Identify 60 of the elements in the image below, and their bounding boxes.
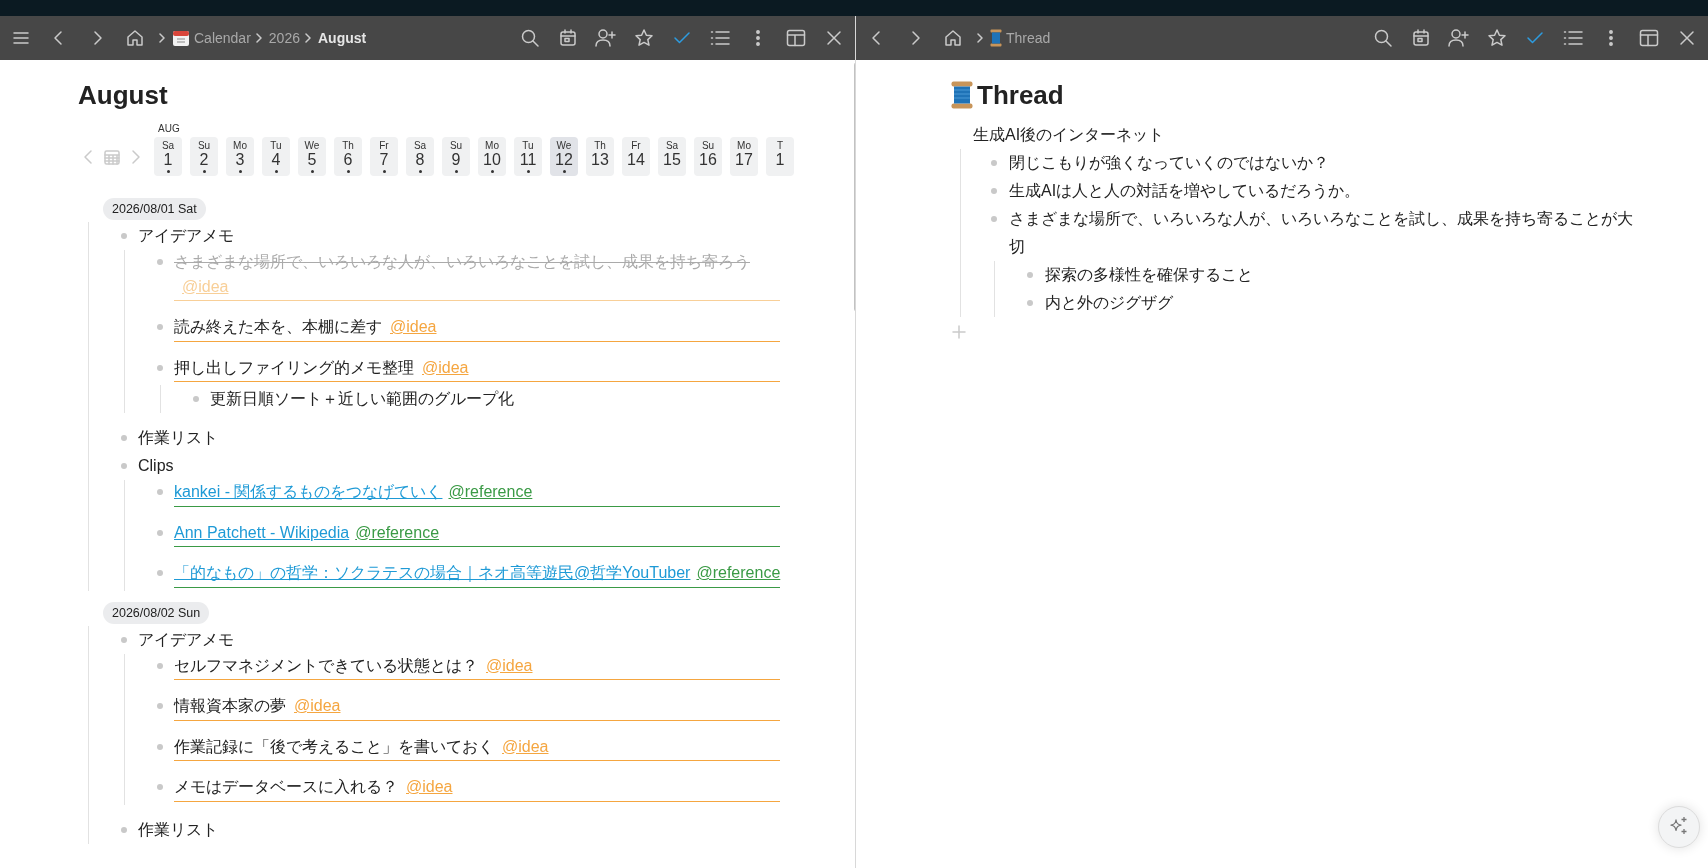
day-chip[interactable]: Th 6	[334, 137, 362, 176]
tag-link[interactable]: @reference	[448, 483, 533, 500]
date-badge[interactable]: 2026/08/02 Sun	[103, 601, 210, 624]
breadcrumb[interactable]: Calendar	[172, 29, 251, 47]
spool-icon	[990, 29, 1002, 47]
item-text: 更新日順ソート＋近しい範囲のグループ化	[210, 390, 514, 407]
item-text: 作業リスト	[138, 820, 218, 838]
chevron-icon	[158, 33, 166, 43]
ai-assist-button[interactable]	[1658, 806, 1700, 848]
previous-icon[interactable]	[81, 147, 95, 166]
day-chip[interactable]: Fr 7	[370, 137, 398, 176]
day-chip[interactable]: Tu 11	[514, 137, 542, 176]
day-chip[interactable]: Sa 15	[658, 137, 686, 176]
chevron-icon	[254, 33, 263, 43]
item-text: 生成AIは人と人の対話を増やしているだろうか。	[1009, 181, 1361, 201]
tag-link[interactable]: @reference	[696, 564, 781, 581]
calendar-icon	[172, 29, 190, 47]
item-text: アイデアメモ	[138, 227, 234, 244]
spool-icon	[951, 81, 973, 109]
page-title: Thread	[977, 79, 1064, 111]
day-chip[interactable]: Sa 1	[154, 137, 182, 176]
add-icon[interactable]	[952, 325, 966, 339]
item-text: Clips	[138, 457, 174, 474]
day-chip[interactable]: Su 2	[190, 137, 218, 176]
day-chip[interactable]: Fr 14	[622, 137, 650, 176]
date-badge[interactable]: 2026/08/01 Sat	[103, 198, 206, 220]
day-chip[interactable]: Mo 17	[730, 137, 758, 176]
item-text: 読み終えた本を、本棚に差す	[174, 318, 382, 335]
next-icon[interactable]	[129, 147, 143, 166]
block-text: 生成AI後のインターネット	[973, 125, 1166, 145]
day-chip[interactable]: Th 13	[586, 137, 614, 176]
day-chip[interactable]: Mo 3	[226, 137, 254, 176]
item-text: 閉じこもりが強くなっていくのではないか？	[1009, 153, 1329, 173]
day-chip[interactable]: T 1	[766, 137, 794, 176]
chevron-icon	[304, 33, 312, 43]
month-label: AUG	[158, 123, 180, 134]
day-chip[interactable]: We 12	[550, 137, 578, 176]
item-text: 押し出しファイリング的メモ整理	[174, 358, 414, 376]
page-title: August	[78, 79, 169, 111]
chevron-icon	[976, 33, 984, 43]
breadcrumb[interactable]: 2026	[268, 30, 300, 46]
item-text: 探索の多様性を確保すること	[1045, 265, 1253, 285]
item-text: セルフマネジメントできている状態とは？	[174, 656, 478, 674]
tag-link[interactable]: @reference	[355, 523, 440, 541]
day-chip[interactable]: Sa 8	[406, 137, 434, 176]
item-text: 内と外のジグザグ	[1045, 293, 1173, 313]
item-text: メモはデータベースに入れる？	[174, 778, 398, 795]
breadcrumb[interactable]: August	[318, 30, 367, 46]
day-chip[interactable]: Su 16	[694, 137, 722, 176]
item-text: 作業リスト	[138, 429, 218, 446]
item-text: さまざまな場所で、いろいろな人が、いろいろなことを試し、成果を持ち寄ることが大切	[1009, 209, 1634, 257]
breadcrumb[interactable]: Thread	[990, 29, 1051, 47]
item-text: アイデアメモ	[138, 630, 234, 648]
day-chip[interactable]: Mo 10	[478, 137, 506, 176]
item-text: 情報資本家の夢	[174, 697, 286, 714]
day-chip[interactable]: We 5	[298, 137, 326, 176]
day-chip[interactable]: Su 9	[442, 137, 470, 176]
day-chip[interactable]: Tu 4	[262, 137, 290, 176]
item-text: さまざまな場所で、いろいろな人が、いろいろなことを試し、成果を持ち寄ろう	[174, 253, 750, 270]
item-text: 作業記録に「後で考えること」を書いておく	[174, 737, 494, 755]
